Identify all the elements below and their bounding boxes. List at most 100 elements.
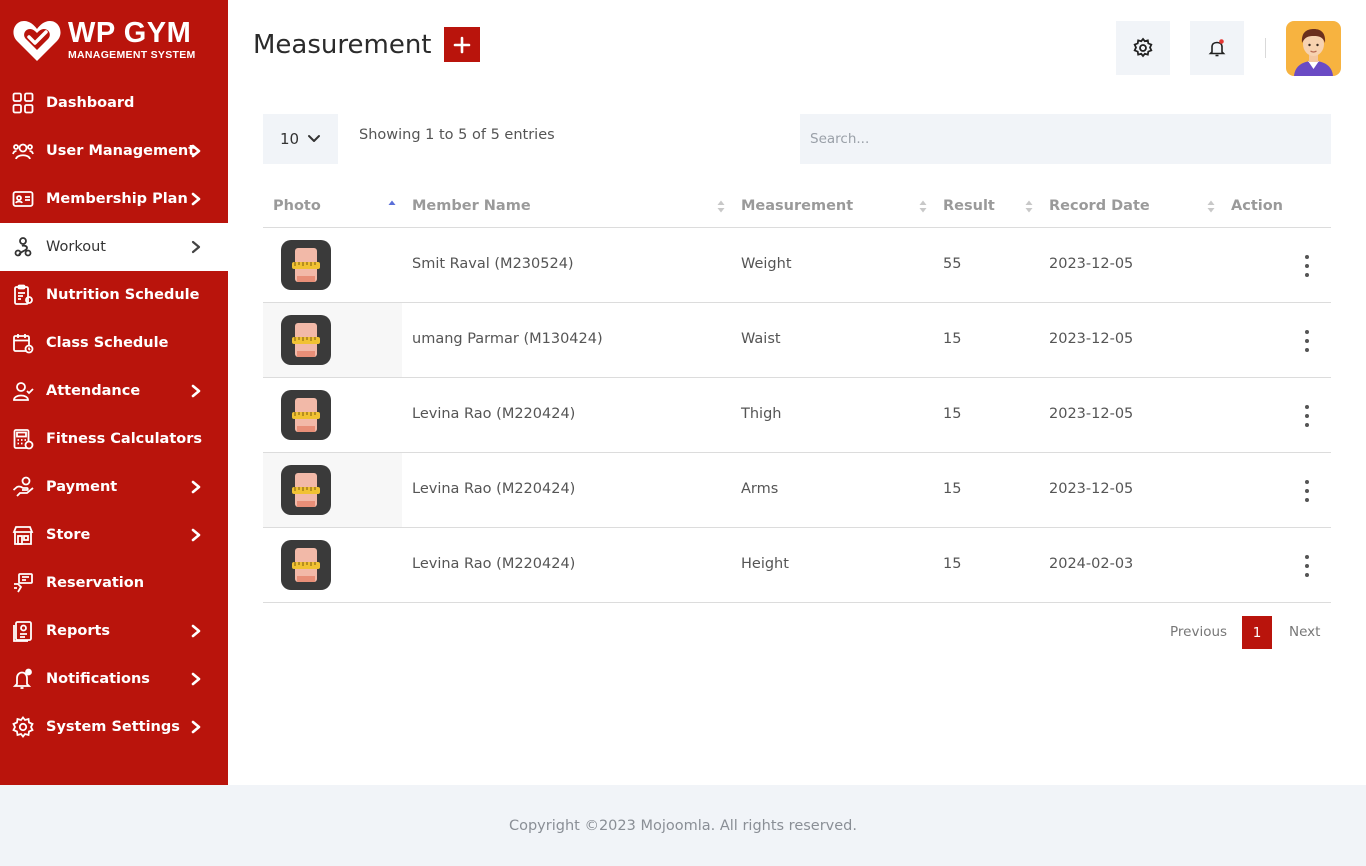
sidebar-item-workout[interactable]: Workout	[0, 223, 228, 271]
chevron-right-icon	[191, 720, 201, 734]
table-row: Levina Rao (M220424) Arms 15 2023-12-05	[263, 453, 1331, 528]
row-actions-menu-icon[interactable]	[1299, 478, 1315, 504]
membership-card-icon	[12, 188, 34, 210]
settings-button[interactable]	[1116, 21, 1170, 75]
member-name: Levina Rao (M220424)	[412, 406, 576, 422]
measuring-tape-icon	[292, 248, 320, 282]
sidebar-item-reports[interactable]: Reports	[0, 607, 228, 655]
measurement-type: Arms	[741, 481, 779, 497]
measurement-type: Thigh	[741, 406, 782, 422]
row-actions-menu-icon[interactable]	[1299, 328, 1315, 354]
row-actions-menu-icon[interactable]	[1299, 553, 1315, 579]
column-header-result[interactable]: Result	[943, 198, 995, 214]
sidebar-item-label: Dashboard	[46, 95, 135, 111]
sidebar-item-attendance[interactable]: Attendance	[0, 367, 228, 415]
search-input[interactable]	[800, 114, 1331, 164]
member-name: Levina Rao (M220424)	[412, 556, 576, 572]
measuring-tape-icon	[292, 473, 320, 507]
entries-per-page-select[interactable]: 10	[263, 114, 338, 164]
sidebar-item-store[interactable]: Store	[0, 511, 228, 559]
column-header-member-name[interactable]: Member Name	[412, 198, 531, 214]
measurement-table: Photo Member Name Measurement Result Rec…	[263, 187, 1331, 603]
sidebar-item-fitness-calculators[interactable]: Fitness Calculators	[0, 415, 228, 463]
column-header-record-date[interactable]: Record Date	[1049, 198, 1150, 214]
payment-icon	[12, 476, 34, 498]
bell-icon	[12, 668, 34, 690]
measurement-type: Height	[741, 556, 789, 572]
brand-logo[interactable]: WP GYM MANAGEMENT SYSTEM	[0, 0, 228, 80]
column-header-measurement[interactable]: Measurement	[741, 198, 853, 214]
sidebar-item-user-management[interactable]: User Management	[0, 127, 228, 175]
column-header-photo[interactable]: Photo	[273, 198, 321, 214]
page-title: Measurement	[253, 30, 432, 60]
result-value: 15	[943, 481, 962, 497]
photo-cell	[263, 303, 402, 377]
sidebar-item-label: Class Schedule	[46, 335, 169, 351]
user-avatar[interactable]	[1286, 21, 1341, 76]
record-date: 2024-02-03	[1049, 556, 1134, 572]
sidebar-item-system-settings[interactable]: System Settings	[0, 703, 228, 751]
table-info-text: Showing 1 to 5 of 5 entries	[359, 127, 555, 143]
measurement-thumbnail	[281, 465, 331, 515]
calculator-icon	[12, 428, 34, 450]
sidebar-item-label: Payment	[46, 479, 118, 495]
result-value: 55	[943, 256, 962, 272]
footer: Copyright ©2023 Mojoomla. All rights res…	[0, 785, 1366, 866]
column-header-action: Action	[1231, 198, 1284, 214]
measurement-thumbnail	[281, 390, 331, 440]
reservation-icon	[12, 572, 34, 594]
photo-cell	[263, 453, 402, 527]
measurement-type: Weight	[741, 256, 792, 272]
row-actions-menu-icon[interactable]	[1299, 253, 1315, 279]
sidebar-item-payment[interactable]: Payment	[0, 463, 228, 511]
member-name: Smit Raval (M230524)	[412, 256, 574, 272]
chevron-right-icon	[191, 240, 201, 254]
avatar-illustration	[1294, 29, 1333, 76]
sort-icon	[919, 200, 927, 213]
sidebar-item-label: System Settings	[46, 719, 180, 735]
measurement-thumbnail	[281, 240, 331, 290]
sidebar-item-reservation[interactable]: Reservation	[0, 559, 228, 607]
sort-asc-icon	[388, 200, 396, 205]
member-name: umang Parmar (M130424)	[412, 331, 603, 347]
sidebar-item-notifications[interactable]: Notifications	[0, 655, 228, 703]
sort-icon	[717, 200, 725, 213]
clipboard-icon	[12, 284, 34, 306]
header-divider	[1265, 38, 1266, 58]
record-date: 2023-12-05	[1049, 481, 1134, 497]
pagination-page-current[interactable]: 1	[1242, 616, 1272, 649]
photo-cell	[263, 378, 402, 452]
pagination-previous[interactable]: Previous	[1170, 624, 1227, 640]
sidebar-item-class-schedule[interactable]: Class Schedule	[0, 319, 228, 367]
sidebar-item-label: User Management	[46, 143, 196, 159]
sidebar-item-label: Fitness Calculators	[46, 431, 203, 447]
photo-cell	[263, 528, 402, 602]
heart-logo-icon	[13, 21, 61, 61]
member-name: Levina Rao (M220424)	[412, 481, 576, 497]
table-row: Smit Raval (M230524) Weight 55 2023-12-0…	[263, 228, 1331, 303]
record-date: 2023-12-05	[1049, 406, 1134, 422]
chevron-right-icon	[191, 528, 201, 542]
measuring-tape-icon	[292, 323, 320, 357]
calendar-icon	[12, 332, 34, 354]
user-check-icon	[12, 380, 34, 402]
notification-button[interactable]	[1190, 21, 1244, 75]
brand-subtitle: MANAGEMENT SYSTEM	[68, 49, 196, 62]
row-actions-menu-icon[interactable]	[1299, 403, 1315, 429]
result-value: 15	[943, 406, 962, 422]
add-measurement-button[interactable]	[444, 27, 480, 62]
workout-icon	[12, 236, 34, 258]
table-row: Levina Rao (M220424) Height 15 2024-02-0…	[263, 528, 1331, 603]
entries-per-page-value: 10	[279, 130, 300, 148]
sidebar: WP GYM MANAGEMENT SYSTEM Dashboard User …	[0, 0, 228, 785]
measurement-type: Waist	[741, 331, 781, 347]
table-header: Photo Member Name Measurement Result Rec…	[263, 187, 1331, 228]
chevron-right-icon	[191, 624, 201, 638]
chevron-right-icon	[191, 384, 201, 398]
pagination-next[interactable]: Next	[1289, 624, 1320, 640]
sidebar-item-dashboard[interactable]: Dashboard	[0, 79, 228, 127]
measuring-tape-icon	[292, 398, 320, 432]
sidebar-item-label: Reports	[46, 623, 111, 639]
sidebar-item-nutrition-schedule[interactable]: Nutrition Schedule	[0, 271, 228, 319]
sidebar-item-membership-plan[interactable]: Membership Plan	[0, 175, 228, 223]
